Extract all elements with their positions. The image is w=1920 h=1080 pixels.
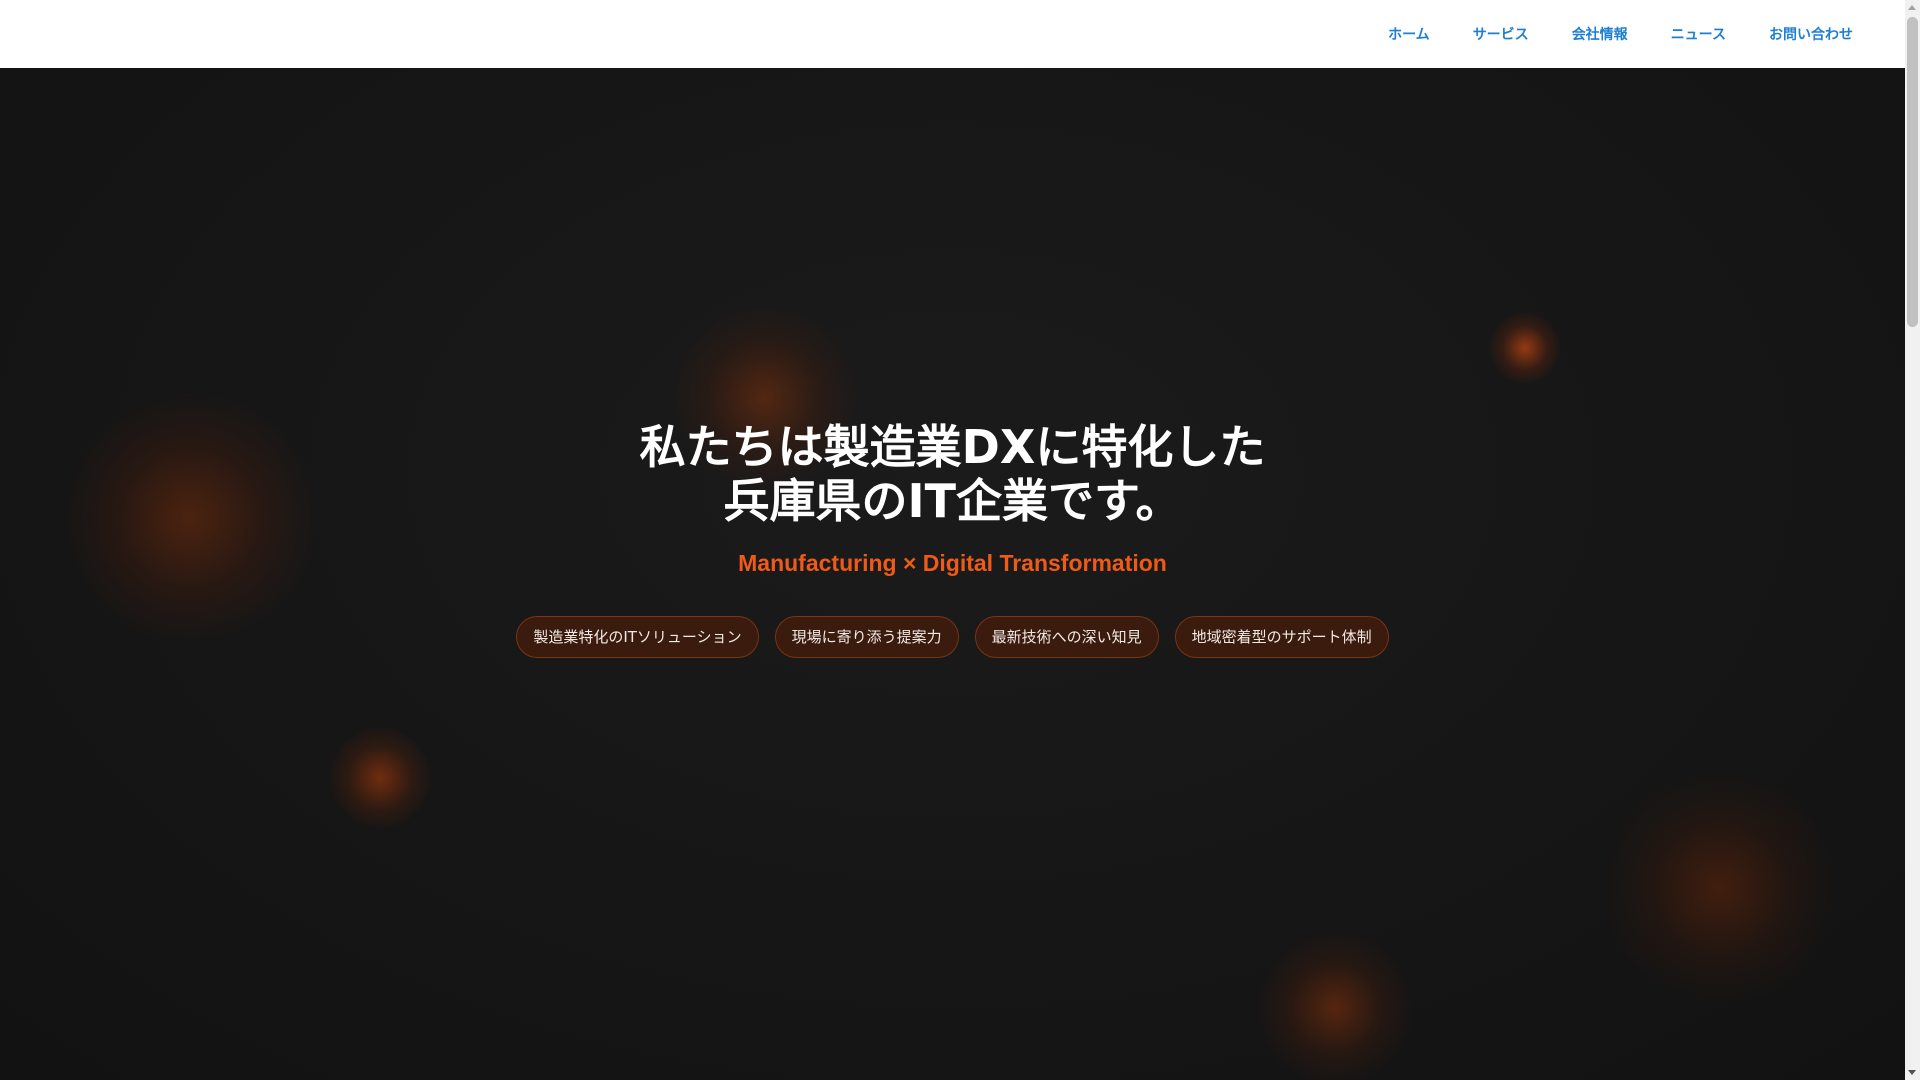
hero-headline-line2: 兵庫県のIT企業です。 (723, 474, 1182, 528)
scroll-down-arrow-icon[interactable] (1908, 1070, 1916, 1075)
page: ホーム サービス 会社情報 ニュース お問い合わせ 私たちは製造業DXに特化した… (0, 0, 1920, 1080)
scroll-up-arrow-icon[interactable] (1908, 5, 1916, 10)
nav-item-news[interactable]: ニュース (1671, 24, 1726, 44)
hero-headline: 私たちは製造業DXに特化した 兵庫県のIT企業です。 (0, 420, 1905, 528)
glow-orb (1490, 313, 1560, 383)
hero-headline-line1: 私たちは製造業DXに特化した (639, 420, 1266, 474)
scrollbar-thumb[interactable] (1907, 17, 1918, 327)
glow-orb (1600, 768, 1840, 1008)
feature-tag: 地域密着型のサポート体制 (1174, 616, 1389, 658)
nav-item-home[interactable]: ホーム (1388, 24, 1430, 44)
feature-tag: 現場に寄り添う提案力 (774, 616, 959, 658)
site-header: ホーム サービス 会社情報 ニュース お問い合わせ (0, 0, 1905, 68)
feature-tags: 製造業特化のITソリューション 現場に寄り添う提案力 最新技術への深い知見 地域… (0, 616, 1905, 658)
hero-subtitle: Manufacturing × Digital Transformation (738, 550, 1167, 576)
nav-item-contact[interactable]: お問い合わせ (1769, 24, 1853, 44)
glow-orb (1255, 928, 1415, 1080)
feature-tag: 最新技術への深い知見 (974, 616, 1159, 658)
glow-orb (330, 728, 430, 828)
vertical-scrollbar[interactable] (1905, 0, 1920, 1080)
nav-item-services[interactable]: サービス (1473, 24, 1529, 44)
nav-item-company[interactable]: 会社情報 (1572, 24, 1628, 44)
feature-tag: 製造業特化のITソリューション (516, 616, 759, 658)
main-nav: ホーム サービス 会社情報 ニュース お問い合わせ (1345, 0, 1853, 68)
